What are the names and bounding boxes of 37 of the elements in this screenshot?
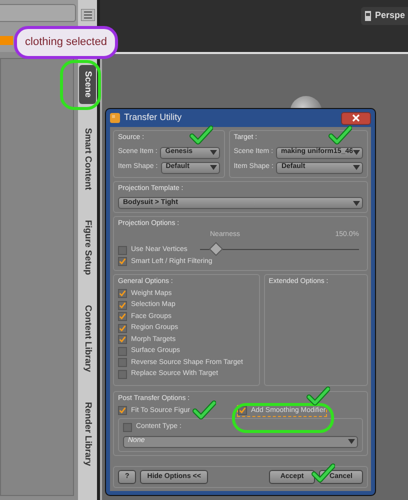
side-tab[interactable]: Smart Content	[78, 122, 96, 196]
dropdown-arrow-icon	[348, 439, 355, 444]
side-tab[interactable]: Scene	[78, 65, 96, 104]
checkmark-icon	[306, 386, 330, 406]
dropdown-arrow-icon	[353, 150, 360, 155]
callout-bubble: clothing selected	[14, 26, 118, 59]
search-field[interactable]	[0, 4, 76, 22]
close-icon	[352, 114, 360, 122]
checkbox[interactable]	[118, 289, 127, 298]
checkbox[interactable]	[118, 246, 127, 255]
side-tab[interactable]: Content Library	[78, 298, 96, 378]
checkbox[interactable]	[123, 422, 132, 432]
checkbox[interactable]	[118, 406, 127, 416]
checkmark-icon	[192, 400, 216, 420]
app-icon	[110, 113, 120, 123]
dropdown-arrow-icon	[353, 165, 360, 170]
checkbox[interactable]	[118, 358, 127, 368]
checkbox[interactable]	[118, 346, 127, 356]
camera-icon	[364, 10, 372, 21]
checkmark-icon	[328, 125, 352, 145]
dropdown-arrow-icon	[210, 165, 217, 170]
camera-button[interactable]: Perspe	[360, 7, 408, 24]
checkbox[interactable]	[118, 312, 127, 322]
checkbox[interactable]	[118, 324, 127, 333]
checkbox[interactable]	[118, 257, 127, 266]
menu-icon[interactable]	[80, 9, 94, 21]
window-title: Transfer Utility	[124, 111, 182, 124]
dropdown-arrow-icon	[210, 150, 217, 155]
checkmark-icon	[189, 125, 213, 145]
selection-highlight	[0, 36, 13, 45]
side-tab[interactable]: Render Library	[78, 396, 96, 472]
checkbox[interactable]	[118, 335, 127, 344]
checkbox[interactable]	[118, 370, 127, 379]
dropdown-arrow-icon	[353, 200, 360, 206]
side-tab[interactable]: Figure Setup	[78, 214, 96, 281]
checkbox[interactable]	[118, 300, 127, 310]
close-button[interactable]	[341, 112, 371, 124]
